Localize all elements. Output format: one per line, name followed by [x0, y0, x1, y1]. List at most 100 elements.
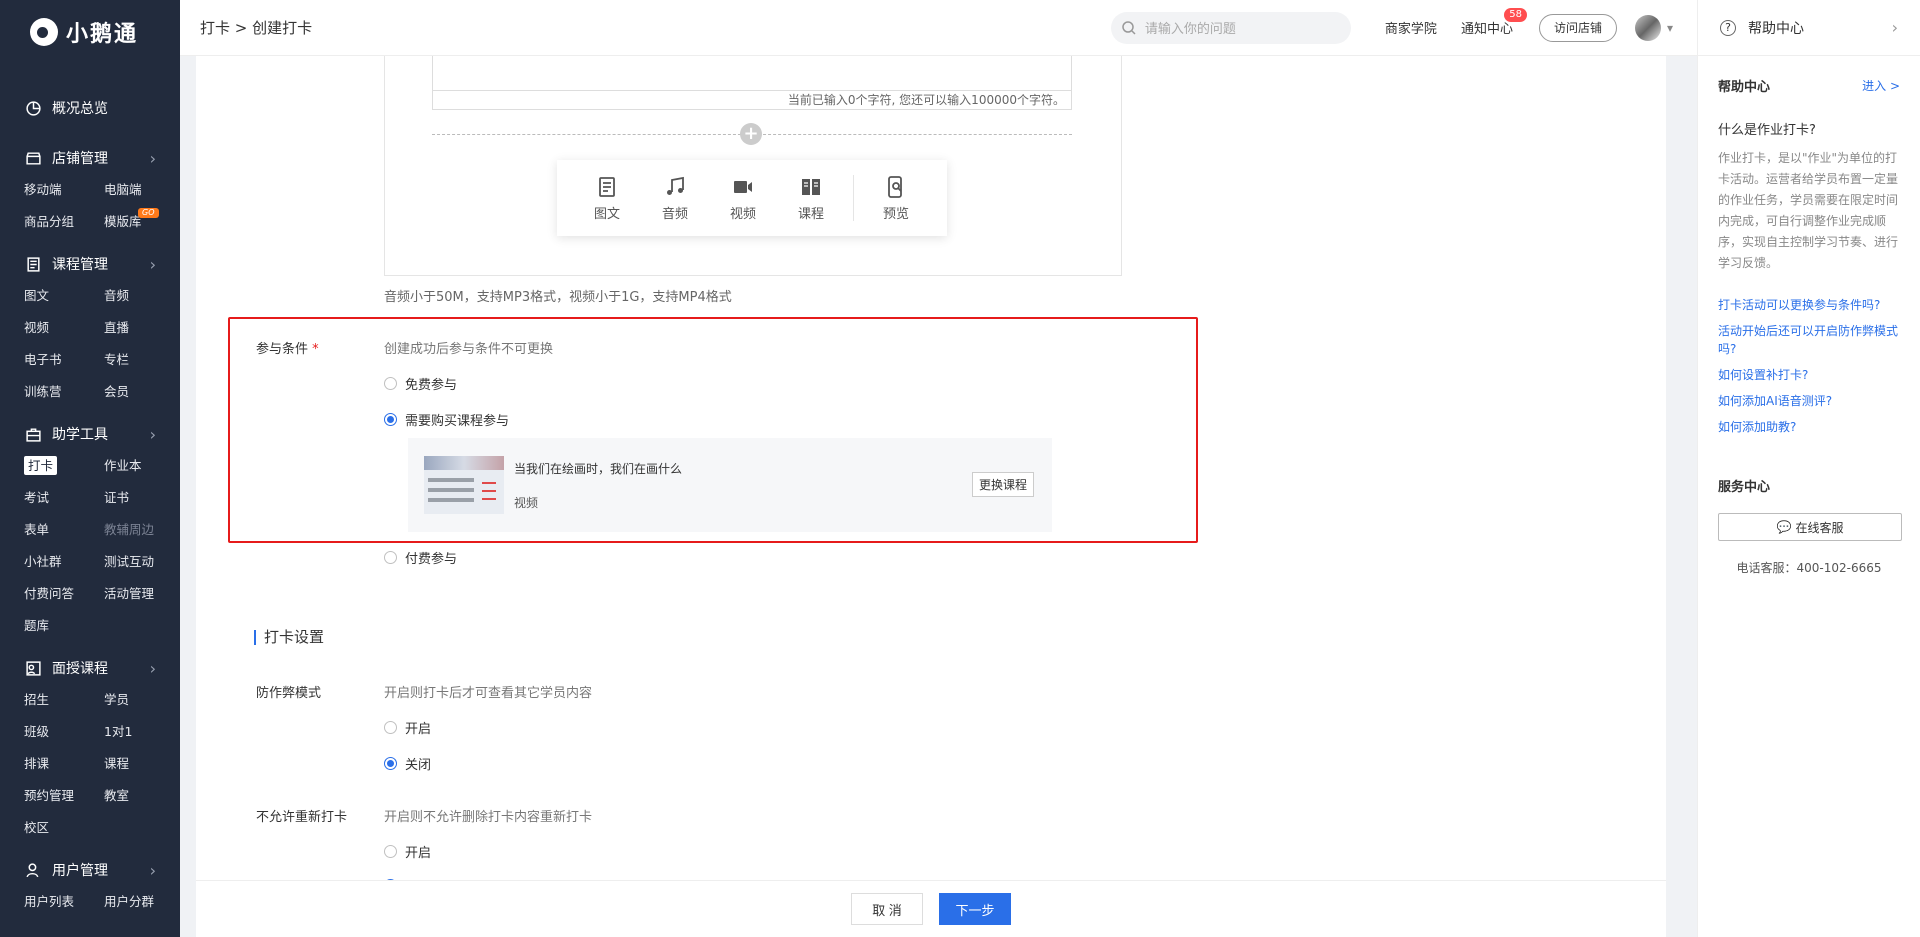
search-input[interactable]: 请输入你的问题	[1110, 11, 1351, 44]
help-answer: 作业打卡，是以"作业"为单位的打卡活动。运营者给学员布置一定量的作业任务，学员需…	[1718, 151, 1899, 270]
sidebar-item-student[interactable]: 学员	[104, 684, 180, 716]
sidebar-item-ebook[interactable]: 电子书	[24, 344, 104, 376]
nav-group-course: 课程管理 › 图文 音频 视频 直播 电子书 专栏 训练营 会员	[0, 248, 180, 408]
tool-course-button[interactable]: 课程	[777, 175, 845, 222]
online-service-button[interactable]: 💬 在线客服	[1718, 513, 1902, 541]
radio-no-redo-on[interactable]: 开启	[384, 842, 431, 861]
nav-head-label: 概况总览	[52, 101, 108, 117]
sidebar-item-column[interactable]: 专栏	[104, 344, 180, 376]
nav-head-offline[interactable]: 面授课程 ›	[0, 652, 180, 684]
sidebar-item-audio[interactable]: 音频	[104, 280, 180, 312]
classroom-icon	[24, 659, 42, 677]
sidebar-item-product-group[interactable]: 商品分组	[24, 206, 104, 238]
sidebar-item-user-list[interactable]: 用户列表	[24, 886, 104, 918]
sidebar-item-enroll[interactable]: 招生	[24, 684, 104, 716]
sidebar-item-live[interactable]: 直播	[104, 312, 180, 344]
logo[interactable]: 小鹅通	[0, 0, 180, 64]
sidebar-item-community[interactable]: 小社群	[24, 546, 104, 578]
sidebar-item-activity[interactable]: 活动管理	[104, 578, 180, 610]
help-link[interactable]: 打卡活动可以更换参与条件吗?	[1718, 296, 1900, 314]
change-course-button[interactable]: 更换课程	[971, 472, 1034, 497]
visit-store-button[interactable]: 访问店铺	[1538, 13, 1617, 42]
anti-cheat-label: 防作弊模式	[256, 686, 322, 701]
radio-free[interactable]: 免费参与	[384, 374, 457, 393]
no-redo-label: 不允许重新打卡	[256, 810, 348, 825]
nav-head-store[interactable]: 店铺管理 ›	[0, 142, 180, 174]
sidebar-item-certificate[interactable]: 证书	[104, 482, 180, 514]
service-phone: 电话客服：400-102-6665	[1736, 561, 1882, 575]
tool-imagetext-button[interactable]: 图文	[573, 175, 641, 222]
breadcrumb: 打卡 > 创建打卡	[200, 19, 313, 37]
sidebar-item-checkin[interactable]: 打卡	[24, 450, 104, 482]
notice-center-label: 通知中心	[1460, 22, 1513, 37]
radio-buy-course[interactable]: 需要购买课程参与	[384, 410, 509, 429]
chart-pie-icon	[24, 99, 42, 117]
help-panel-title: 帮助中心	[1748, 20, 1804, 37]
notice-center-link[interactable]: 通知中心 58	[1460, 8, 1527, 37]
radio-paid[interactable]: 付费参与	[384, 548, 457, 567]
sidebar-item-offline-course[interactable]: 课程	[104, 748, 180, 780]
logo-icon	[30, 18, 58, 46]
avatar[interactable]	[1634, 14, 1661, 41]
help-link[interactable]: 如何添加AI语音测评?	[1718, 392, 1900, 410]
nav-head-course[interactable]: 课程管理 ›	[0, 248, 180, 280]
help-enter-link[interactable]: 进入 >	[1862, 77, 1900, 94]
help-links: 打卡活动可以更换参与条件吗? 活动开始后还可以开启防作弊模式吗? 如何设置补打卡…	[1718, 296, 1900, 436]
sidebar-item-exam[interactable]: 考试	[24, 482, 104, 514]
logo-text: 小鹅通	[66, 22, 139, 47]
help-panel-header[interactable]: ? 帮助中心 ›	[1698, 0, 1920, 56]
nav-head-user[interactable]: 用户管理 ›	[0, 854, 180, 886]
book-icon	[24, 255, 42, 273]
sidebar-item-template[interactable]: 模版库 GO	[104, 206, 180, 238]
nav-group-offline: 面授课程 › 招生 学员 班级 1对1 排课 课程 预约管理 教室 校区	[0, 652, 180, 844]
sidebar-item-class[interactable]: 班级	[24, 716, 104, 748]
radio-anti-cheat-off[interactable]: 关闭	[384, 754, 431, 773]
sidebar-item-form[interactable]: 表单	[24, 514, 104, 546]
sidebar-item-camp[interactable]: 训练营	[24, 376, 104, 408]
sidebar-item-question-bank[interactable]: 题库	[24, 610, 104, 642]
chevron-right-icon: ›	[1891, 18, 1898, 37]
radio-anti-cheat-on[interactable]: 开启	[384, 718, 431, 737]
toolbox-icon	[24, 425, 42, 443]
nav-head-tools[interactable]: 助学工具 ›	[0, 418, 180, 450]
chat-bubble-icon: 💬	[1776, 520, 1792, 534]
selected-course-card: 当我们在绘画时，我们在画什么 视频 更换课程	[408, 438, 1052, 532]
no-redo-desc: 开启则不允许删除打卡内容重新打卡	[384, 810, 593, 825]
caret-down-icon[interactable]: ▾	[1667, 21, 1673, 35]
sidebar-item-classroom[interactable]: 教室	[104, 780, 180, 812]
tool-audio-button[interactable]: 音频	[641, 175, 709, 222]
help-link[interactable]: 如何添加助教?	[1718, 418, 1900, 436]
nav-head-overview[interactable]: 概况总览	[0, 92, 180, 124]
sidebar-item-merch[interactable]: 教辅周边	[104, 514, 180, 546]
sidebar-item-imagetext[interactable]: 图文	[24, 280, 104, 312]
nav-head-label: 课程管理	[52, 257, 108, 273]
sidebar-item-one-on-one[interactable]: 1对1	[104, 716, 180, 748]
next-step-button[interactable]: 下一步	[939, 893, 1011, 925]
help-link[interactable]: 活动开始后还可以开启防作弊模式吗?	[1718, 322, 1900, 358]
sidebar-item-paid-qa[interactable]: 付费问答	[24, 578, 104, 610]
tool-preview-button[interactable]: 预览	[862, 175, 930, 222]
nav-group-tools: 助学工具 › 打卡 作业本 考试 证书 表单 教辅周边 小社群 测试互动 付费问…	[0, 418, 180, 642]
add-block-button[interactable]: +	[740, 123, 762, 145]
sidebar-item-campus[interactable]: 校区	[24, 812, 104, 844]
sidebar-item-homework[interactable]: 作业本	[104, 450, 180, 482]
tool-video-button[interactable]: 视频	[709, 175, 777, 222]
sidebar-item-pc[interactable]: 电脑端	[104, 174, 180, 206]
sidebar-item-mobile[interactable]: 移动端	[24, 174, 104, 206]
media-tool-panel: 图文 音频 视频 课程 预览	[557, 160, 947, 236]
help-link[interactable]: 如何设置补打卡?	[1718, 366, 1900, 384]
sidebar-item-user-segment[interactable]: 用户分群	[104, 886, 180, 918]
rich-text-area[interactable]: 当前已输入0个字符, 您还可以输入100000个字符。	[432, 56, 1072, 110]
sidebar-item-schedule[interactable]: 排课	[24, 748, 104, 780]
sidebar-item-quiz[interactable]: 测试互动	[104, 546, 180, 578]
char-count-text: 当前已输入0个字符, 您还可以输入100000个字符。	[787, 93, 1065, 107]
cancel-button[interactable]: 取 消	[851, 893, 923, 925]
course-title: 当我们在绘画时，我们在画什么	[514, 462, 683, 476]
chevron-right-icon: ›	[149, 658, 156, 678]
sidebar: 小鹅通 概况总览 店铺管理 › 移动端 电脑端 商品分组 模版库 GO 课程管理 …	[0, 0, 180, 937]
search-placeholder: 请输入你的问题	[1144, 22, 1236, 37]
sidebar-item-booking[interactable]: 预约管理	[24, 780, 104, 812]
sidebar-item-video[interactable]: 视频	[24, 312, 104, 344]
merchant-school-link[interactable]: 商家学院	[1385, 18, 1437, 37]
sidebar-item-member[interactable]: 会员	[104, 376, 180, 408]
